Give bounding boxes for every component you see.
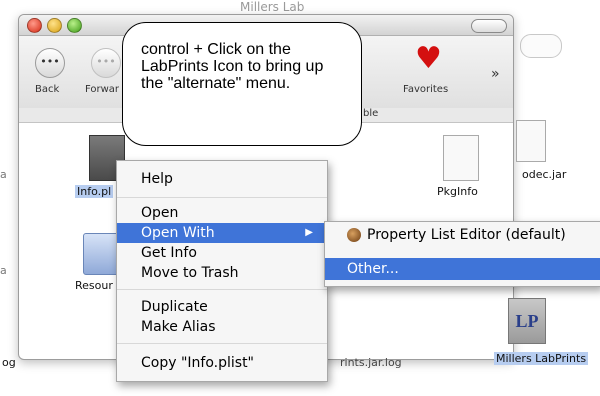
submenu-arrow-icon: ▶ — [305, 227, 313, 238]
submenu-item-property-list-editor[interactable]: Property List Editor (default) — [325, 224, 600, 246]
back-arrow-icon: ••• — [40, 55, 60, 68]
codec-jar-file-icon[interactable] — [516, 120, 546, 162]
menu-item-open-with-label: Open With — [141, 225, 215, 241]
menu-item-open-with[interactable]: Open With ▶ — [117, 223, 327, 243]
path-bar-text: ble — [363, 108, 379, 119]
menu-item-open[interactable]: Open — [117, 203, 327, 223]
info-plist-file-label[interactable]: Info.pl — [75, 185, 114, 198]
menu-item-make-alias[interactable]: Make Alias — [117, 317, 327, 337]
forward-button[interactable]: ••• — [91, 48, 121, 78]
menu-item-help[interactable]: Help — [117, 169, 327, 189]
background-window-title: Millers Lab — [240, 0, 305, 14]
labprints-app-icon[interactable]: LP — [508, 298, 546, 344]
toolbar-overflow-icon[interactable]: » — [491, 66, 500, 82]
menu-separator — [117, 343, 327, 344]
partial-left-label-2: a — [0, 264, 7, 277]
back-button[interactable]: ••• — [35, 48, 65, 78]
zoom-button[interactable] — [67, 18, 82, 33]
minimize-button[interactable] — [47, 18, 62, 33]
back-label: Back — [35, 84, 60, 95]
property-list-editor-icon — [347, 228, 361, 242]
open-with-submenu: Property List Editor (default) Other... — [324, 221, 600, 287]
pkginfo-file-icon[interactable] — [443, 135, 479, 181]
instruction-callout: control + Click on the LabPrints Icon to… — [122, 22, 362, 146]
forward-label: Forwar — [85, 84, 120, 95]
close-button[interactable] — [27, 18, 42, 33]
favorites-heart-icon[interactable]: ♥ — [415, 44, 442, 74]
resources-folder-label[interactable]: Resour — [75, 279, 113, 292]
partial-log-label: og — [2, 356, 16, 369]
menu-item-duplicate[interactable]: Duplicate — [117, 297, 327, 317]
partial-left-label: a — [0, 168, 7, 181]
menu-separator — [117, 197, 327, 198]
labprints-log-label[interactable]: rints.jar.log — [340, 356, 402, 369]
menu-item-move-to-trash[interactable]: Move to Trash — [117, 263, 327, 283]
menu-item-get-info[interactable]: Get Info — [117, 243, 327, 263]
forward-arrow-icon: ••• — [96, 55, 116, 68]
codec-jar-label[interactable]: odec.jar — [522, 168, 566, 181]
pkginfo-file-label[interactable]: PkgInfo — [437, 185, 478, 198]
context-menu: Help Open Open With ▶ Get Info Move to T… — [116, 160, 328, 382]
favorites-label[interactable]: Favorites — [403, 84, 448, 95]
labprints-app-label[interactable]: Millers LabPrints — [494, 352, 589, 365]
menu-item-copy[interactable]: Copy "Info.plist" — [117, 353, 327, 373]
menu-separator — [117, 289, 327, 290]
toolbar-toggle-button[interactable] — [471, 19, 507, 33]
callout-text: control + Click on the LabPrints Icon to… — [141, 41, 324, 92]
submenu-item-other[interactable]: Other... — [325, 258, 600, 280]
search-field-fragment[interactable] — [520, 34, 562, 58]
submenu-item-property-list-editor-label: Property List Editor (default) — [367, 227, 566, 243]
